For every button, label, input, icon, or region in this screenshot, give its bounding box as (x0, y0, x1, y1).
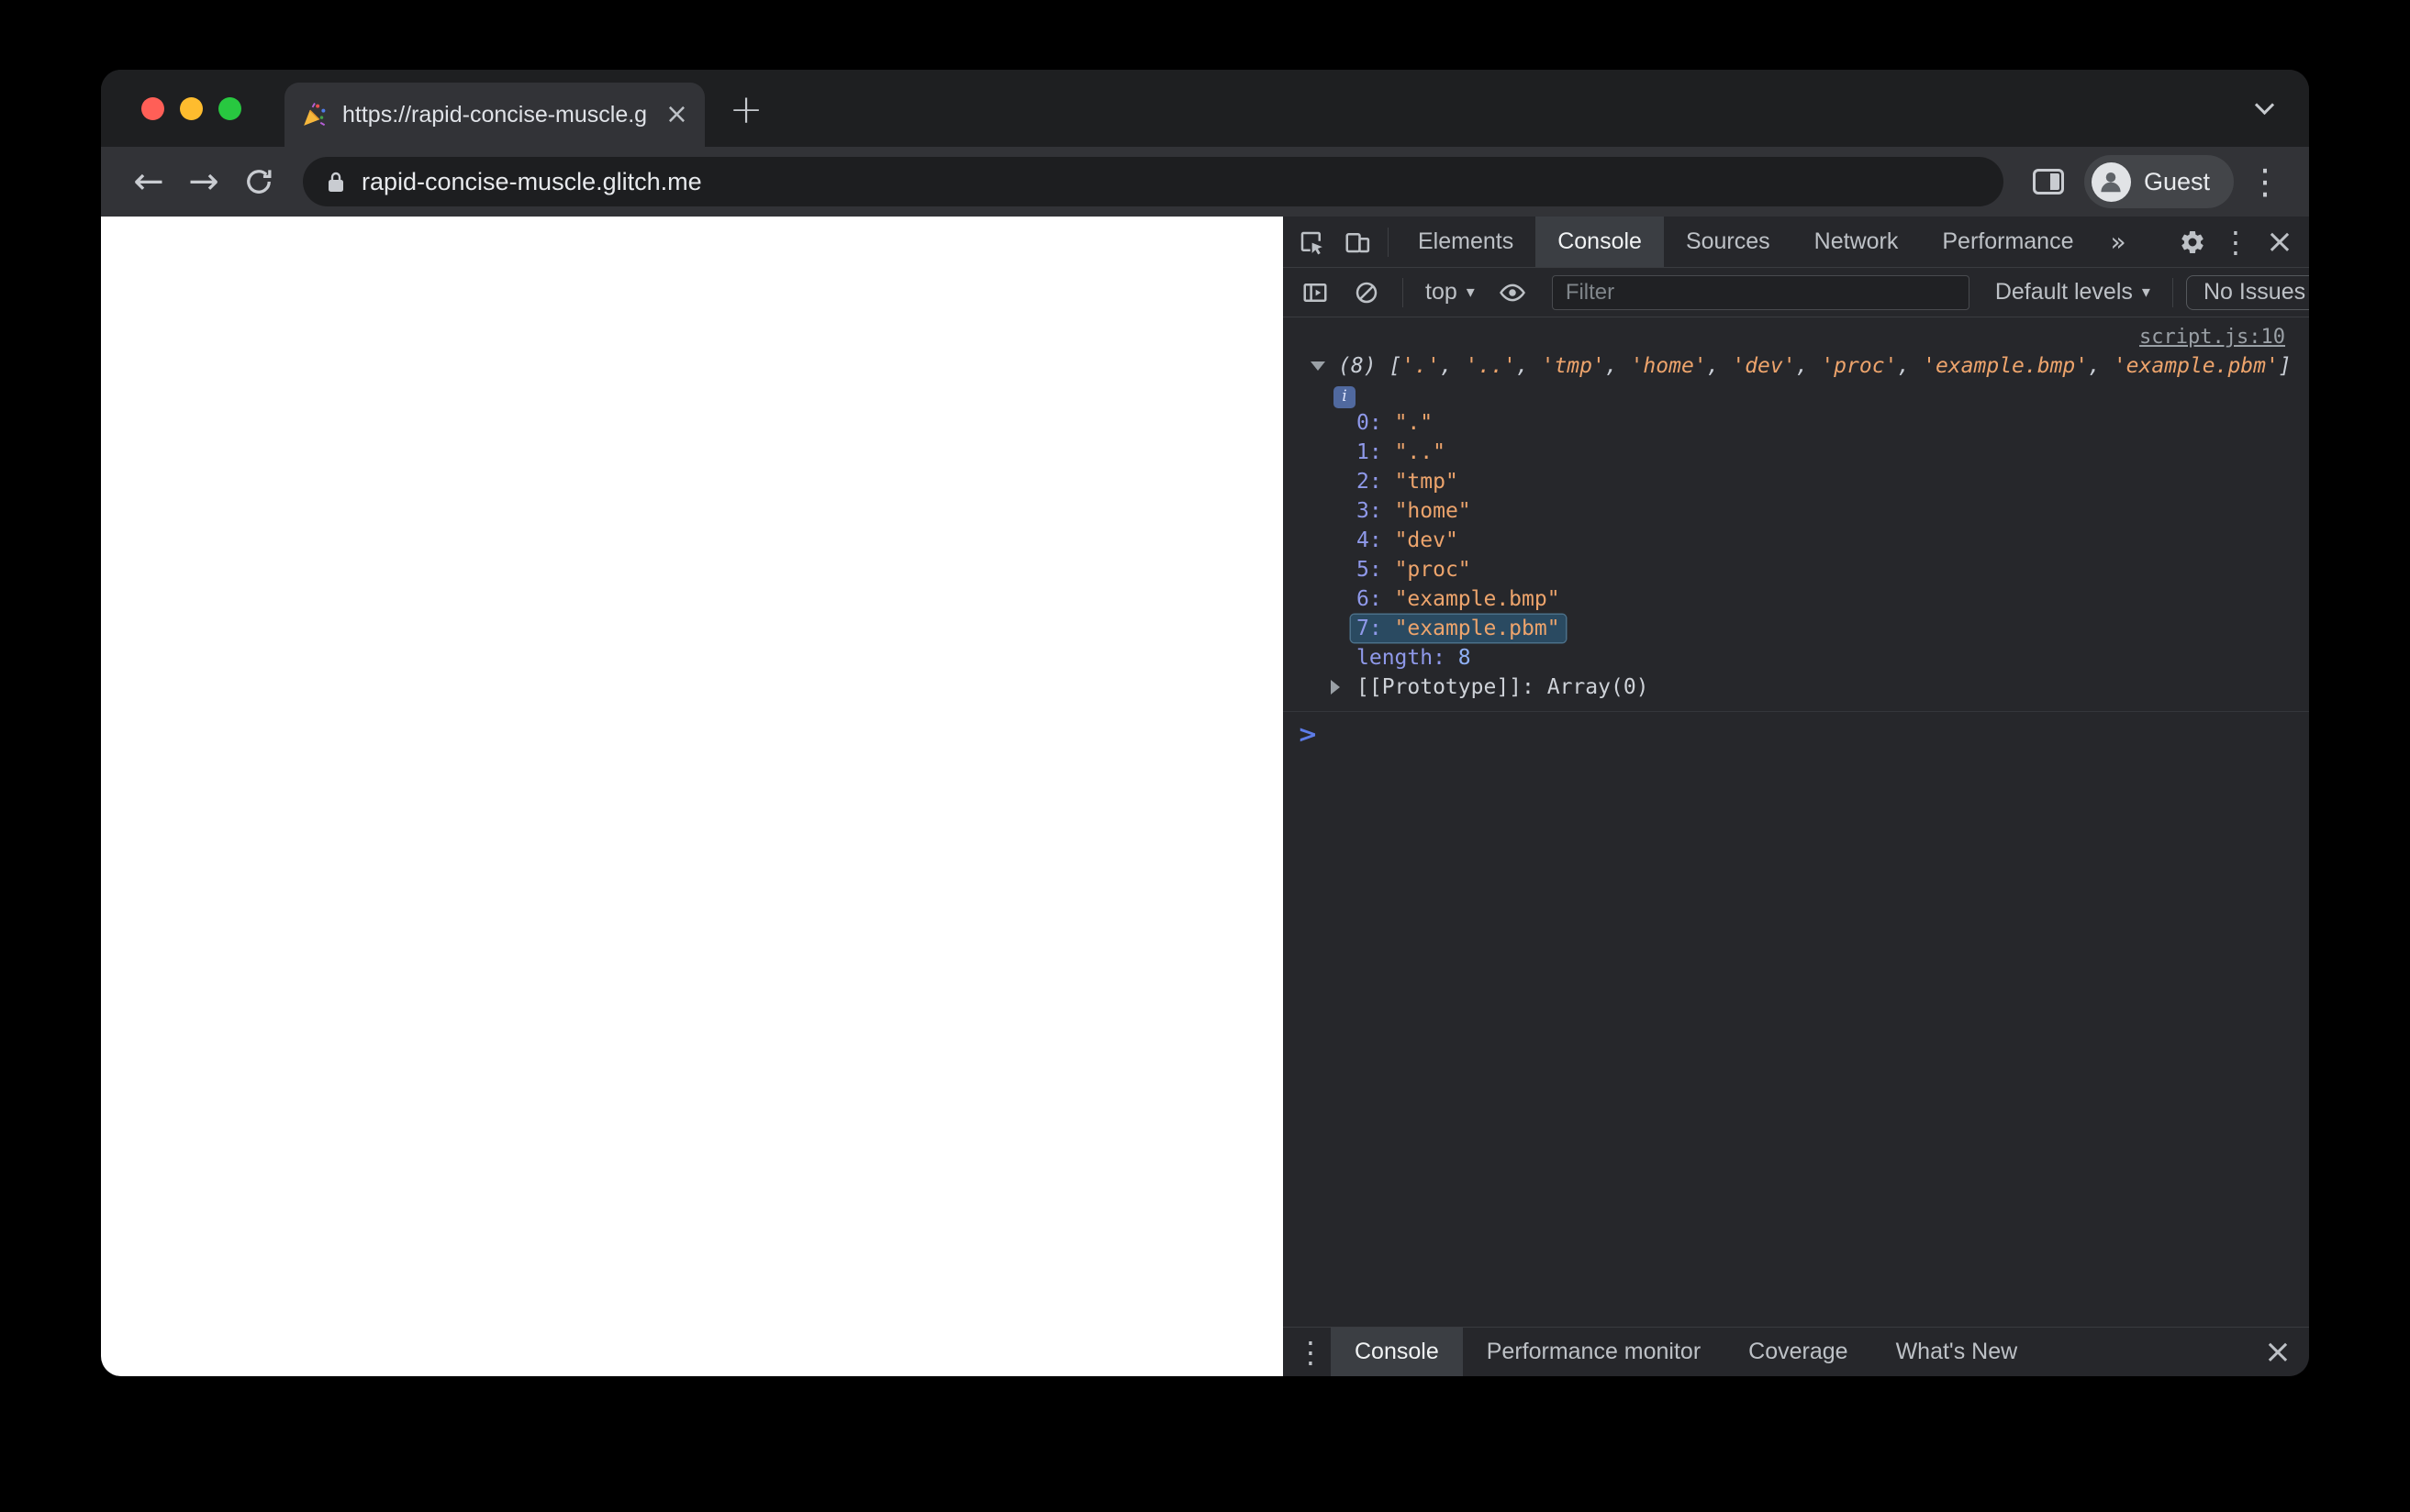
drawer-tab-whats-new[interactable]: What's New (1872, 1328, 2042, 1376)
prototype-row[interactable]: [[Prototype]]: Array(0) (1283, 673, 2309, 702)
tab-strip: https://rapid-concise-muscle.g × + (101, 70, 2309, 147)
collapse-arrow-icon[interactable] (1311, 361, 1325, 371)
console-messages: script.js:10 (8) ['.', '..', 'tmp', 'hom… (1283, 317, 2309, 1327)
array-entry-row: 0: "." (1356, 411, 1434, 435)
devtools-close-icon[interactable]: × (2256, 223, 2304, 261)
array-entry-row-highlighted: 7: "example.pbm" (1283, 614, 2309, 643)
array-count: (8) (1338, 354, 1377, 378)
array-length-row: length: 8 (1356, 646, 1471, 670)
back-button[interactable]: ← (121, 154, 176, 209)
prompt-chevron-icon: > (1298, 721, 1318, 749)
browser-toolbar: ← → rapid-concise-muscle.glitch.me Guest… (101, 147, 2309, 217)
console-toolbar: top ▾ Default levels ▾ No Issues (1283, 268, 2309, 317)
filter-input[interactable] (1551, 274, 1969, 310)
context-selector[interactable]: top ▾ (1416, 279, 1484, 306)
tab-close-icon[interactable]: × (665, 101, 688, 128)
browser-menu-kebab-icon[interactable]: ⋮ (2241, 154, 2289, 209)
issues-badge[interactable]: No Issues (2185, 274, 2309, 310)
preview-item: 'home' (1630, 354, 1707, 378)
preview-item: 'example.pbm' (2113, 354, 2279, 378)
log-levels-label: Default levels (1994, 279, 2133, 305)
minimize-window-button[interactable] (180, 97, 203, 120)
clear-console-icon[interactable] (1344, 272, 1389, 313)
lock-icon[interactable] (325, 170, 347, 194)
page-content (101, 217, 1283, 1376)
devtools-drawer-bar: ⋮ Console Performance monitor Coverage W… (1283, 1327, 2309, 1376)
tab-console[interactable]: Console (1535, 217, 1664, 267)
forward-button[interactable]: → (176, 154, 231, 209)
array-entry-row: 1: ".." (1356, 440, 1445, 464)
info-icon: i (1333, 386, 1356, 408)
drawer-tab-console[interactable]: Console (1331, 1328, 1463, 1376)
tab-search-chevron-icon[interactable] (2250, 94, 2278, 121)
browser-window: https://rapid-concise-muscle.g × + ← → r… (101, 70, 2309, 1376)
url-text: rapid-concise-muscle.glitch.me (362, 167, 702, 195)
devtools-panel: Elements Console Sources Network Perform… (1283, 217, 2309, 1376)
preview-item: 'example.bmp' (1923, 354, 2089, 378)
console-message: script.js:10 (8) ['.', '..', 'tmp', 'hom… (1283, 321, 2309, 712)
preview-item: 'dev' (1732, 354, 1796, 378)
side-panel-icon[interactable] (2032, 169, 2064, 195)
devtools-menu-kebab-icon[interactable]: ⋮ (2215, 225, 2256, 260)
log-levels-selector[interactable]: Default levels ▾ (1986, 279, 2159, 306)
array-entry-row: 2: "tmp" (1356, 470, 1458, 494)
preview-item: 'proc' (1821, 354, 1898, 378)
array-entry-row: 6: "example.bmp" (1356, 587, 1560, 611)
tab-title: https://rapid-concise-muscle.g (342, 101, 648, 128)
tab-elements[interactable]: Elements (1396, 217, 1535, 267)
profile-label: Guest (2143, 167, 2210, 195)
avatar-person-icon (2091, 161, 2131, 202)
expand-arrow-icon[interactable] (1331, 680, 1340, 695)
live-expression-eye-icon[interactable] (1490, 272, 1535, 313)
drawer-close-icon[interactable]: × (2254, 1333, 2302, 1371)
preview-item: 'tmp' (1541, 354, 1605, 378)
drawer-tab-performance-monitor[interactable]: Performance monitor (1463, 1328, 1724, 1376)
array-entry-row: 5: "proc" (1356, 558, 1471, 582)
browser-tab[interactable]: https://rapid-concise-muscle.g × (285, 83, 705, 147)
devtools-tab-bar: Elements Console Sources Network Perform… (1283, 217, 2309, 268)
window-controls (141, 97, 241, 120)
device-toolbar-icon[interactable] (1334, 222, 1380, 262)
reload-button[interactable] (231, 154, 286, 209)
inspect-element-icon[interactable] (1289, 222, 1334, 262)
drawer-tab-coverage[interactable]: Coverage (1724, 1328, 1871, 1376)
chevron-down-icon: ▾ (1466, 283, 1475, 302)
source-link[interactable]: script.js:10 (2139, 326, 2285, 349)
console-prompt[interactable]: > (1283, 712, 2309, 749)
party-popper-icon (301, 101, 329, 128)
search-highlight: 7: "example.pbm" (1351, 615, 1566, 642)
preview-item: '.' (1401, 354, 1440, 378)
array-entry-row: 3: "home" (1356, 499, 1471, 523)
close-window-button[interactable] (141, 97, 164, 120)
tab-sources[interactable]: Sources (1664, 217, 1792, 267)
drawer-menu-kebab-icon[interactable]: ⋮ (1290, 1335, 1331, 1370)
window-content: Elements Console Sources Network Perform… (101, 217, 2309, 1376)
more-tabs-icon[interactable]: » (2095, 227, 2140, 257)
address-bar[interactable]: rapid-concise-muscle.glitch.me (303, 157, 2003, 206)
console-sidebar-icon[interactable] (1292, 272, 1338, 313)
array-preview-row[interactable]: (8) ['.', '..', 'tmp', 'home', 'dev', 'p… (1283, 351, 2309, 381)
profile-button[interactable]: Guest (2083, 155, 2234, 208)
chevron-down-icon: ▾ (2141, 283, 2150, 302)
new-tab-button[interactable]: + (723, 86, 769, 133)
fullscreen-window-button[interactable] (218, 97, 241, 120)
tab-performance[interactable]: Performance (1920, 217, 2095, 267)
array-entry-row: 4: "dev" (1356, 528, 1458, 552)
devtools-settings-gear-icon[interactable] (2170, 222, 2215, 262)
tab-network[interactable]: Network (1792, 217, 1921, 267)
context-selector-label: top (1425, 279, 1457, 305)
preview-item: '..' (1465, 354, 1516, 378)
